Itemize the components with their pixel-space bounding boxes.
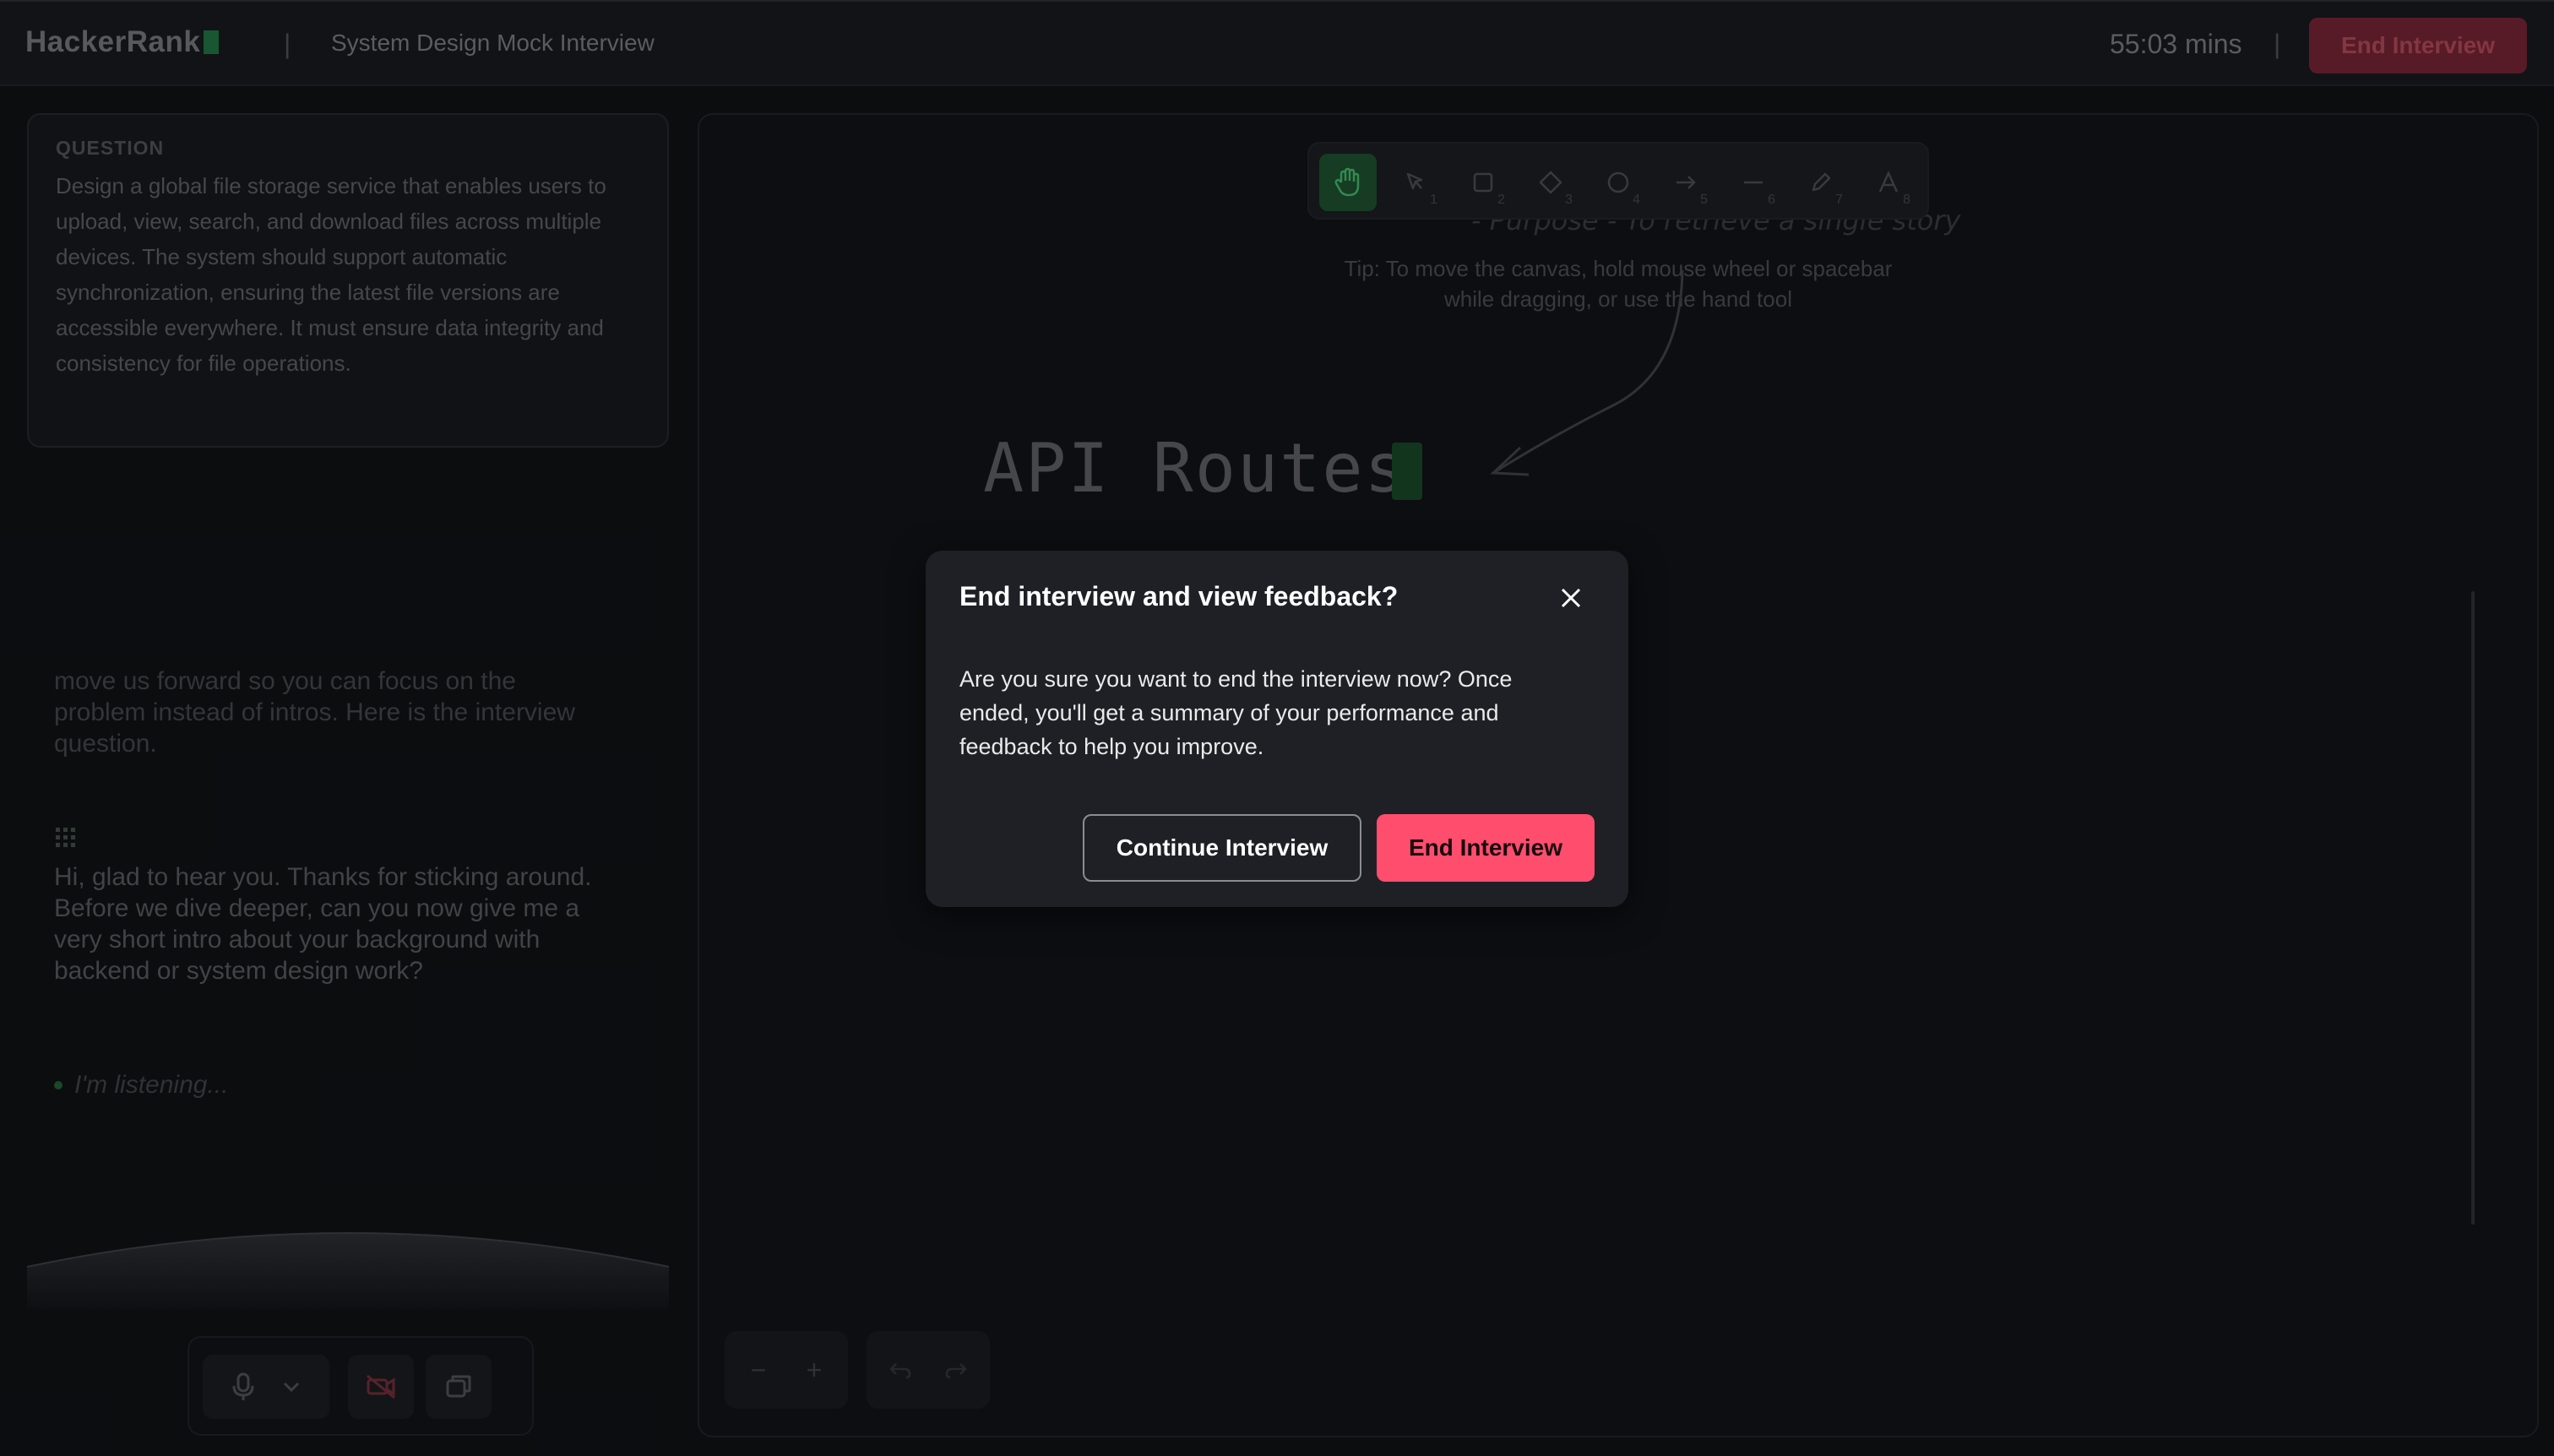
- close-icon: [1561, 588, 1581, 608]
- dialog-body: Are you sure you want to end the intervi…: [959, 666, 1513, 759]
- close-button[interactable]: [1552, 579, 1589, 617]
- continue-interview-button[interactable]: Continue Interview: [1083, 814, 1361, 882]
- confirm-end-interview-button[interactable]: End Interview: [1377, 814, 1595, 882]
- dialog-title: End interview and view feedback?: [959, 581, 1399, 611]
- end-interview-dialog: End interview and view feedback? Are you…: [926, 551, 1628, 907]
